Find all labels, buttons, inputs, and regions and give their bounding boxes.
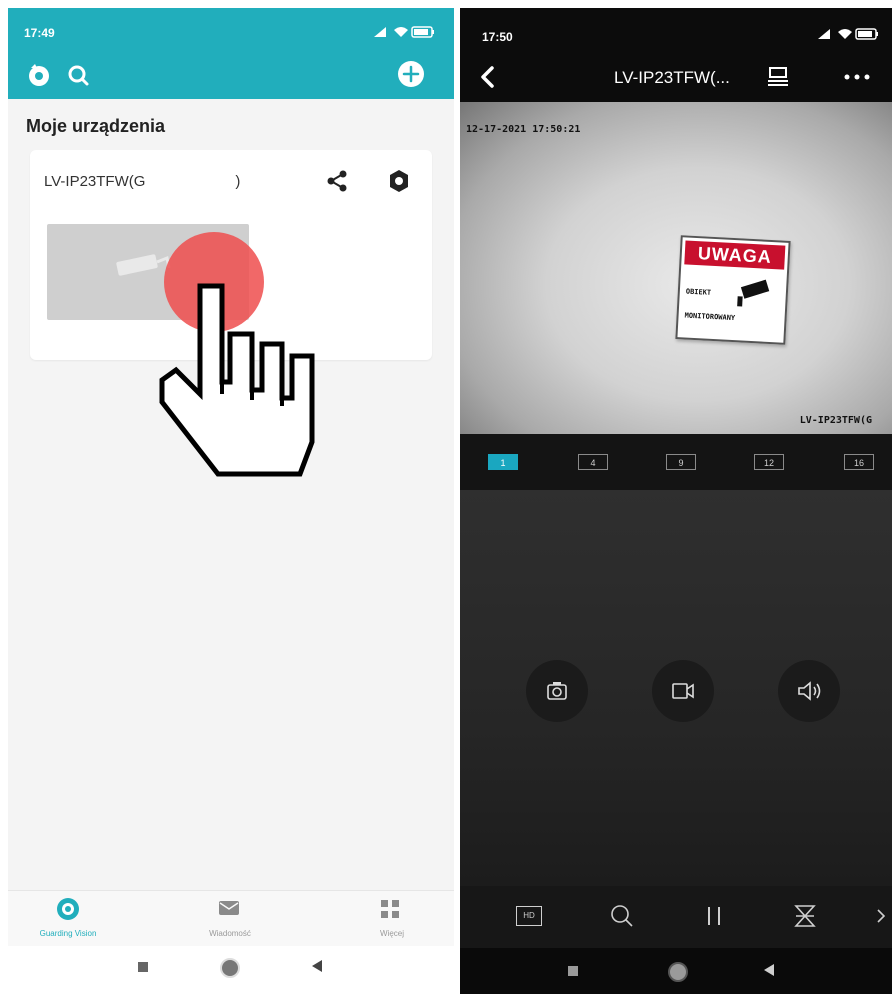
- status-icons: [816, 26, 880, 42]
- app-header: 17:49: [8, 8, 454, 99]
- device-name: LV-IP23TFW(G): [44, 173, 240, 190]
- status-icons: [372, 24, 436, 40]
- layout-4-button[interactable]: 4: [578, 454, 608, 470]
- status-time: 17:49: [24, 26, 55, 40]
- osd-timestamp: 12-17-2021 17:50:21: [466, 124, 581, 135]
- tab-label: Wiadomość: [209, 929, 251, 938]
- device-list-icon[interactable]: [766, 65, 790, 89]
- message-icon: [218, 899, 240, 917]
- window-layout-bar: 1 4 9 12 16: [460, 434, 892, 490]
- tab-guarding-vision[interactable]: Guarding Vision: [8, 891, 128, 947]
- playback-toolbar: HD: [460, 886, 892, 948]
- warning-sign: UWAGA OBIEKT MONITOROWANY: [675, 235, 791, 345]
- layout-1-button[interactable]: 1: [488, 454, 518, 470]
- pointer-hand-icon: [152, 274, 320, 488]
- pause-icon[interactable]: [706, 906, 722, 926]
- tab-more[interactable]: Więcej: [332, 891, 452, 947]
- camera-scan-icon[interactable]: [26, 62, 52, 88]
- zoom-icon[interactable]: [610, 904, 634, 928]
- more-grid-icon: [380, 899, 400, 919]
- chevron-right-icon[interactable]: [876, 908, 886, 924]
- phone-screen-live-view: 17:50 LV-IP23TFW(... 12-17-2021 17:50:21…: [460, 8, 892, 994]
- camera-snapshot-icon: [546, 680, 568, 702]
- layout-12-button[interactable]: 12: [754, 454, 784, 470]
- bottom-tab-bar: Guarding Vision Wiadomość Więcej: [8, 890, 454, 947]
- video-record-icon: [671, 680, 695, 702]
- audio-button[interactable]: [778, 660, 840, 722]
- speaker-icon: [796, 680, 822, 702]
- system-nav-bar: [460, 948, 892, 994]
- guarding-vision-icon: [56, 897, 80, 921]
- back-button[interactable]: [312, 960, 324, 972]
- device-name-text: LV-IP23TFW(G: [44, 173, 146, 190]
- settings-icon[interactable]: [386, 168, 412, 194]
- controls-area: [460, 490, 892, 886]
- recents-button[interactable]: [568, 966, 578, 976]
- cctv-camera-icon: [733, 276, 777, 310]
- snapshot-button[interactable]: [526, 660, 588, 722]
- recents-button[interactable]: [138, 962, 148, 972]
- layout-16-button[interactable]: 16: [844, 454, 874, 470]
- system-nav-bar: [8, 946, 454, 994]
- record-button[interactable]: [652, 660, 714, 722]
- tab-label: Guarding Vision: [39, 929, 97, 938]
- phone-screen-device-list: 17:49 Moje urządzenia LV-IP23TFW(G) Gua…: [8, 8, 454, 994]
- layout-9-button[interactable]: 9: [666, 454, 696, 470]
- sign-line-1: OBIEKT: [685, 287, 712, 297]
- more-dots-icon[interactable]: [844, 74, 870, 80]
- device-name-suffix: ): [235, 173, 241, 190]
- status-time: 17:50: [482, 30, 513, 44]
- ptz-icon[interactable]: [794, 904, 816, 928]
- add-device-icon[interactable]: [396, 59, 426, 89]
- device-title: LV-IP23TFW(...: [614, 68, 730, 87]
- sign-title: UWAGA: [684, 240, 786, 270]
- cell-signal-icon: [374, 26, 434, 38]
- status-bar: 17:50: [460, 8, 892, 52]
- back-arrow-icon[interactable]: [480, 66, 496, 88]
- search-icon[interactable]: [66, 62, 92, 88]
- live-video-view[interactable]: 12-17-2021 17:50:21 UWAGA OBIEKT MONITOR…: [460, 102, 892, 434]
- osd-camera-name: LV-IP23TFW(G: [799, 415, 872, 426]
- sign-line-2: MONITOROWANY: [684, 311, 736, 323]
- home-button[interactable]: [668, 962, 688, 982]
- share-icon[interactable]: [324, 168, 350, 194]
- live-view-header: LV-IP23TFW(...: [460, 52, 892, 102]
- hd-icon[interactable]: HD: [516, 906, 542, 926]
- tab-messages[interactable]: Wiadomość: [170, 891, 290, 947]
- page-title: Moje urządzenia: [26, 116, 166, 136]
- back-button[interactable]: [764, 964, 776, 976]
- home-button[interactable]: [220, 958, 240, 978]
- tab-label: Więcej: [379, 929, 404, 938]
